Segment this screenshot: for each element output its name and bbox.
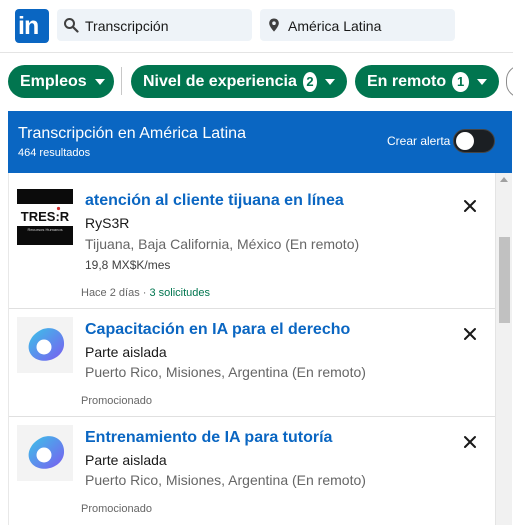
- tresr-logo-icon: TRES:R Recursos Humanos: [17, 189, 73, 245]
- company-logo: TRES:R Recursos Humanos: [17, 189, 73, 245]
- job-card[interactable]: Entrenamiento de IA para tutoría Parte a…: [9, 417, 495, 525]
- keyword-search-input[interactable]: Transcripción: [57, 9, 252, 41]
- job-title-link[interactable]: Capacitación en IA para el derecho: [85, 321, 350, 339]
- job-list-scrollbar[interactable]: [495, 173, 512, 525]
- job-salary: 19,8 MX$K/mes: [85, 258, 171, 272]
- job-promoted-label: Promocionado: [81, 395, 152, 407]
- job-promoted-label: Promocionado: [81, 503, 152, 515]
- job-company: RyS3R: [85, 215, 130, 231]
- toggle-knob: [456, 132, 474, 150]
- job-title-link[interactable]: atención al cliente tijuana en línea: [85, 192, 344, 210]
- filter-count-badge: 2: [302, 71, 317, 92]
- job-location: Puerto Rico, Misiones, Argentina (En rem…: [85, 364, 366, 380]
- close-icon[interactable]: [462, 326, 478, 342]
- company-logo: [17, 425, 73, 481]
- filter-count-badge: 1: [452, 71, 469, 92]
- job-list: TRES:R Recursos Humanos atención al clie…: [8, 173, 495, 525]
- job-applicants: 3 solicitudes: [149, 287, 211, 299]
- company-logo: [17, 317, 73, 373]
- job-company: Parte aislada: [85, 344, 167, 360]
- job-card[interactable]: Capacitación en IA para el derecho Parte…: [9, 309, 495, 417]
- job-location: Puerto Rico, Misiones, Argentina (En rem…: [85, 472, 366, 488]
- filter-bar: Empleos Nivel de experiencia 2 En remoto…: [0, 53, 513, 111]
- chevron-down-icon: [477, 78, 487, 85]
- close-icon[interactable]: [462, 198, 478, 214]
- results-title: Transcripción en América Latina: [18, 125, 246, 142]
- svg-text:Recursos Humanos: Recursos Humanos: [27, 227, 62, 232]
- job-title-link[interactable]: Entrenamiento de IA para tutoría: [85, 429, 332, 447]
- chevron-down-icon: [325, 78, 335, 85]
- job-posted: Hace 2 días ·: [81, 287, 150, 299]
- location-pin-icon: [269, 18, 279, 32]
- close-icon[interactable]: [462, 434, 478, 450]
- job-location: Tijuana, Baja California, México (En rem…: [85, 236, 360, 252]
- filter-label: Empleos: [20, 72, 87, 90]
- filter-nivel-de-experiencia[interactable]: Nivel de experiencia 2: [131, 65, 347, 98]
- keyword-search-value: Transcripción: [85, 18, 169, 34]
- filter-en-remoto[interactable]: En remoto 1: [355, 65, 499, 98]
- job-company: Parte aislada: [85, 452, 167, 468]
- logo-text: in: [18, 12, 39, 40]
- location-search-value: América Latina: [288, 18, 382, 34]
- outlier-logo-icon: [17, 317, 73, 373]
- filter-label: Nivel de experiencia: [143, 72, 297, 90]
- svg-text:TRES:R: TRES:R: [21, 209, 70, 224]
- linkedin-logo[interactable]: in: [15, 9, 49, 43]
- results-count: 464 resultados: [18, 147, 91, 159]
- create-alert-toggle[interactable]: [453, 129, 495, 153]
- scrollbar-thumb[interactable]: [499, 237, 510, 323]
- more-filters-button[interactable]: [506, 65, 513, 98]
- filter-divider: [121, 67, 122, 95]
- location-search-input[interactable]: América Latina: [260, 9, 455, 41]
- job-card[interactable]: TRES:R Recursos Humanos atención al clie…: [9, 173, 495, 309]
- filter-label: En remoto: [367, 72, 447, 90]
- top-search-bar: in Transcripción América Latina: [0, 0, 513, 53]
- scroll-up-arrow-icon[interactable]: [500, 177, 508, 182]
- chevron-down-icon: [94, 78, 105, 85]
- filter-empleos[interactable]: Empleos: [8, 65, 114, 98]
- create-alert-label: Crear alerta: [387, 134, 451, 148]
- outlier-logo-icon: [17, 425, 73, 481]
- results-header: Transcripción en América Latina 464 resu…: [8, 111, 512, 173]
- search-icon: [64, 18, 79, 33]
- job-meta: Hace 2 días · 3 solicitudes: [81, 287, 210, 299]
